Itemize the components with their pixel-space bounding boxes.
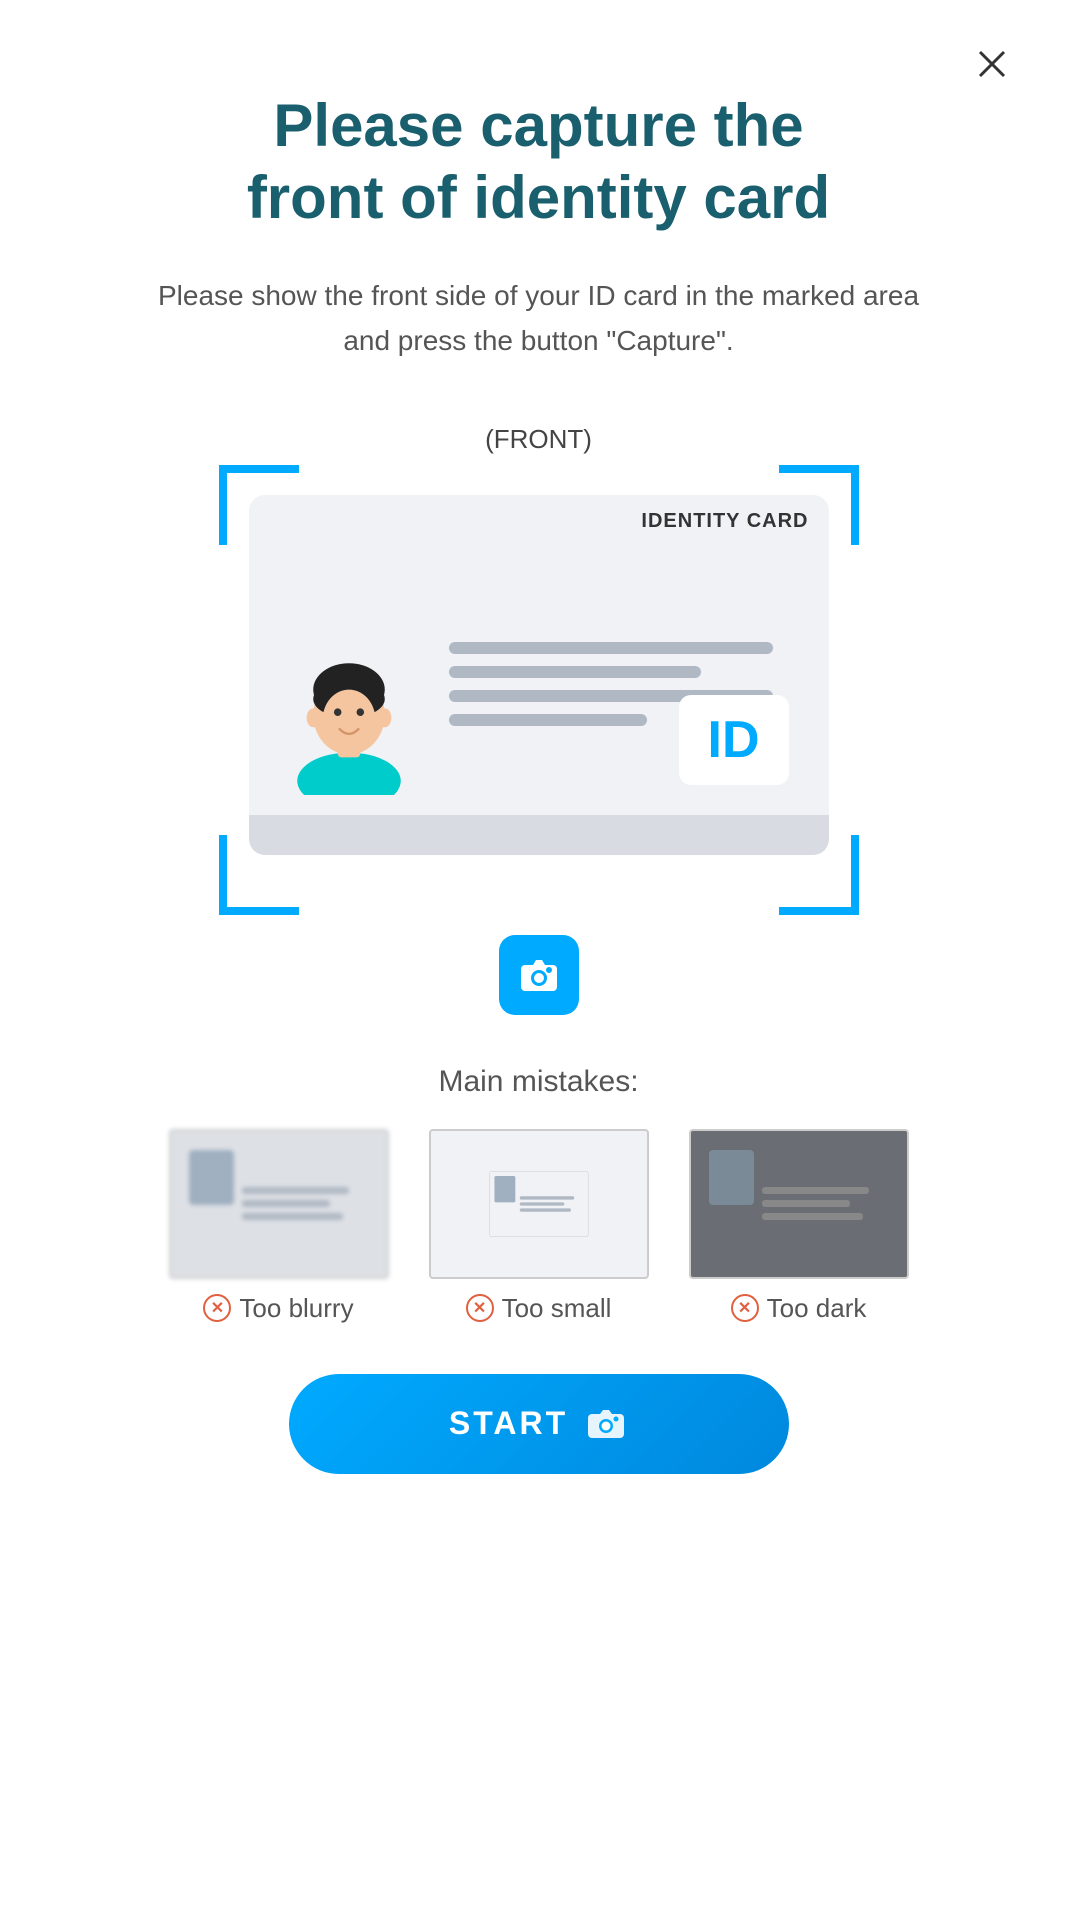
corner-frame: IDENTITY CARD (219, 465, 859, 915)
mini-lines-dark (762, 1150, 887, 1258)
error-icon-blurry: ✕ (203, 1294, 231, 1322)
mistakes-title: Main mistakes: (80, 1065, 997, 1099)
id-line-4 (449, 714, 647, 726)
page-title: Please capture the front of identity car… (80, 90, 997, 234)
mistake-text-dark: Too dark (767, 1293, 867, 1324)
mini-photo-small (494, 1176, 515, 1202)
mini-card-dark (701, 1142, 895, 1266)
page-subtitle: Please show the front side of your ID ca… (80, 274, 997, 364)
mini-photo-dark (709, 1150, 754, 1205)
mistake-text-small: Too small (502, 1293, 612, 1324)
mistake-thumb-blurry (169, 1129, 389, 1279)
error-icon-small: ✕ (466, 1294, 494, 1322)
mini-card-blurry (181, 1142, 375, 1266)
mistake-thumb-small (429, 1129, 649, 1279)
mistakes-grid: ✕ Too blurry ✕ (80, 1129, 997, 1324)
start-camera-icon (584, 1402, 628, 1446)
camera-icon-wrap (219, 935, 859, 1015)
start-button-label: START (449, 1405, 568, 1442)
mistake-label-small: ✕ Too small (466, 1293, 612, 1324)
person-illustration (279, 635, 419, 795)
camera-icon (499, 935, 579, 1015)
capture-area: (FRONT) IDENTITY CARD (219, 424, 859, 1015)
page-container: Please capture the front of identity car… (0, 0, 1077, 1554)
mistake-label-blurry: ✕ Too blurry (203, 1293, 353, 1324)
error-icon-dark: ✕ (731, 1294, 759, 1322)
mistake-text-blurry: Too blurry (239, 1293, 353, 1324)
mini-lines-blurry (242, 1150, 367, 1258)
id-card-footer (249, 815, 829, 855)
close-icon (974, 46, 1010, 85)
mistake-blurry: ✕ Too blurry (169, 1129, 389, 1324)
mistakes-section: Main mistakes: ✕ Too blurry (80, 1065, 997, 1324)
mistake-thumb-dark (689, 1129, 909, 1279)
mini-lines-small (519, 1176, 583, 1232)
id-card-label: IDENTITY CARD (249, 495, 829, 533)
id-line-1 (449, 642, 773, 654)
id-photo-area (269, 553, 429, 795)
close-button[interactable] (967, 40, 1017, 90)
id-card: IDENTITY CARD (249, 495, 829, 855)
id-badge-text: ID (708, 710, 760, 770)
mistake-dark: ✕ Too dark (689, 1129, 909, 1324)
front-label: (FRONT) (219, 424, 859, 455)
id-line-2 (449, 666, 701, 678)
id-badge: ID (679, 695, 789, 785)
start-button[interactable]: START (289, 1374, 789, 1474)
mistake-small: ✕ Too small (429, 1129, 649, 1324)
mistake-label-dark: ✕ Too dark (731, 1293, 867, 1324)
mini-card-small (489, 1171, 588, 1237)
mini-photo-blurry (189, 1150, 234, 1205)
